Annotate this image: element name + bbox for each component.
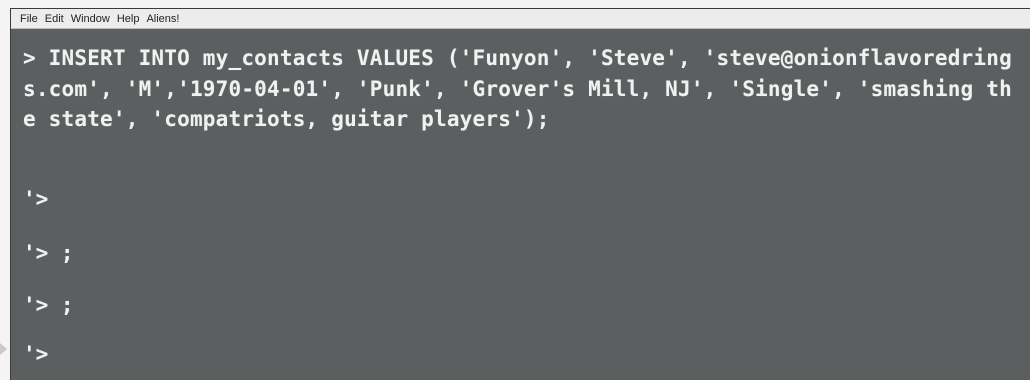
continuation-prompt-3: '> ; (23, 293, 74, 317)
menu-window[interactable]: Window (71, 13, 110, 25)
menu-aliens[interactable]: Aliens! (146, 13, 179, 25)
menu-bar: File Edit Window Help Aliens! (11, 9, 1030, 29)
console-output[interactable]: > INSERT INTO my_contacts VALUES ('Funyo… (23, 43, 1018, 135)
menu-file[interactable]: File (20, 13, 38, 25)
continuation-prompt-2: '> ; (23, 241, 74, 265)
edge-arrow-icon (0, 343, 7, 355)
terminal-window: File Edit Window Help Aliens! > INSERT I… (10, 8, 1030, 380)
screen: File Edit Window Help Aliens! > INSERT I… (0, 0, 1030, 380)
sql-statement: > INSERT INTO my_contacts VALUES ('Funyo… (23, 46, 1012, 131)
continuation-prompt-1: '> (23, 187, 49, 211)
continuation-prompt-4[interactable]: '> (23, 342, 48, 366)
menu-edit[interactable]: Edit (45, 13, 64, 25)
menu-help[interactable]: Help (117, 13, 140, 25)
